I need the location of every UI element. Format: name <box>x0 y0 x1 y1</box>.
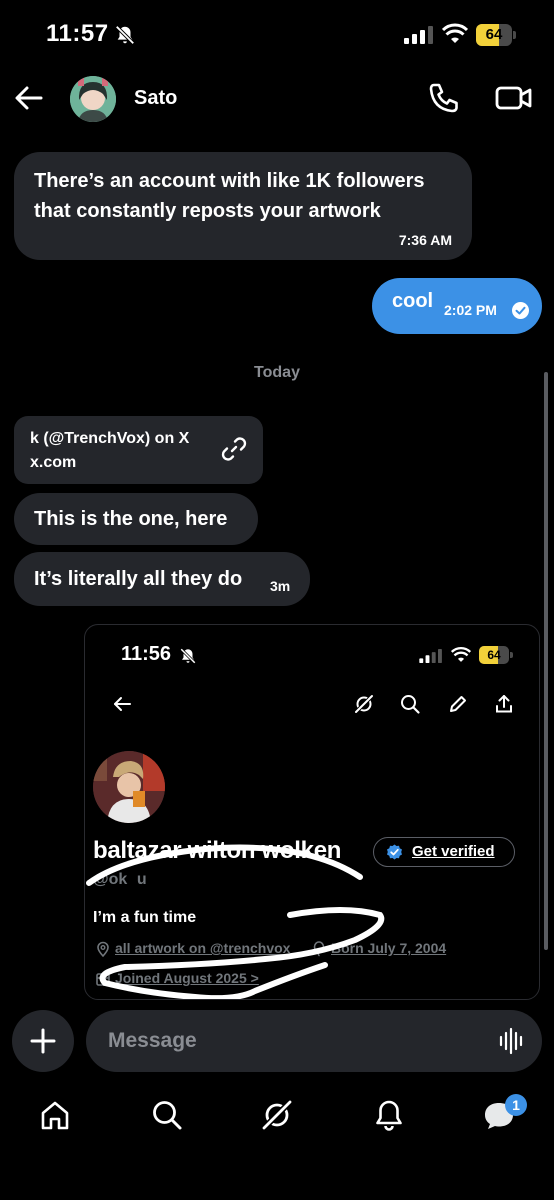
message-text: It’s literally all they do <box>34 568 243 590</box>
profile-birthday: Born July 7, 2004 <box>331 940 447 956</box>
message-text: This is the one, here <box>34 508 228 530</box>
attach-button[interactable] <box>12 1010 74 1072</box>
wifi-icon <box>442 23 468 43</box>
link-title: k (@TrenchVox) on X <box>30 430 190 447</box>
status-time: 11:57 <box>46 20 109 47</box>
link-preview-card[interactable]: k (@TrenchVox) on X x.com <box>14 416 263 484</box>
link-domain: x.com <box>30 454 77 471</box>
message-text: There’s an account with like 1K follower… <box>34 170 425 222</box>
bell-off-icon <box>115 25 135 45</box>
bell-off-icon <box>180 648 196 664</box>
edit-icon <box>450 696 466 712</box>
message-input[interactable] <box>108 1010 488 1072</box>
video-call-icon[interactable] <box>494 80 534 116</box>
screenshot-status-time: 11:56 <box>121 643 172 665</box>
message-time: 2:02 PM <box>444 302 497 318</box>
shared-screenshot[interactable]: 11:56 64 baltazar wilton wolken Get veri… <box>84 624 540 1000</box>
calendar-icon <box>96 973 110 986</box>
profile-avatar <box>93 751 165 823</box>
plus-icon <box>30 1028 56 1054</box>
incoming-message[interactable]: It’s literally all they do 3m <box>14 552 310 606</box>
incoming-message[interactable]: There’s an account with like 1K follower… <box>14 152 472 260</box>
signal-icon <box>419 649 442 663</box>
verified-badge-icon <box>387 844 402 860</box>
wifi-icon <box>451 647 471 662</box>
battery-indicator: 64 <box>479 646 513 664</box>
outgoing-message[interactable]: cool 2:02 PM <box>372 278 542 334</box>
read-check-icon <box>512 302 529 319</box>
notifications-icon[interactable] <box>372 1098 406 1132</box>
location-pin-icon <box>97 941 109 957</box>
signal-icon <box>404 26 433 44</box>
link-icon <box>221 437 247 461</box>
message-time: 7:36 AM <box>398 232 452 248</box>
profile-name: baltazar wilton wolken <box>93 837 342 864</box>
battery-percent: 64 <box>485 26 503 43</box>
day-separator: Today <box>254 364 300 381</box>
battery-indicator: 64 <box>476 24 516 46</box>
voice-waveform-icon[interactable] <box>498 1027 526 1055</box>
profile-bio: I’m a fun time <box>93 909 197 926</box>
home-icon[interactable] <box>38 1098 72 1132</box>
messages-badge: 1 <box>505 1094 527 1116</box>
profile-joined: Joined August 2025 > <box>115 970 259 986</box>
back-arrow-icon[interactable] <box>14 84 44 112</box>
search-icon <box>401 695 420 714</box>
incoming-message[interactable]: This is the one, here <box>14 493 258 545</box>
battery-percent: 64 <box>487 648 501 662</box>
phone-call-icon[interactable] <box>424 80 464 116</box>
contact-avatar[interactable] <box>70 76 116 122</box>
get-verified-label: Get verified <box>412 843 495 860</box>
share-icon <box>496 695 512 713</box>
search-icon[interactable] <box>150 1098 184 1132</box>
back-arrow-icon <box>114 697 131 711</box>
grok-icon[interactable] <box>260 1098 294 1132</box>
scrollbar[interactable] <box>544 372 548 950</box>
message-time: 3m <box>270 578 291 594</box>
profile-handle: @ok u <box>93 871 147 888</box>
get-verified-button: Get verified <box>373 837 515 867</box>
message-composer[interactable] <box>86 1010 542 1072</box>
grok-icon <box>355 695 373 713</box>
balloon-icon <box>313 941 325 957</box>
contact-name[interactable]: Sato <box>134 87 177 110</box>
message-text: cool <box>392 290 434 312</box>
profile-location: all artwork on @trenchvox <box>115 940 291 956</box>
